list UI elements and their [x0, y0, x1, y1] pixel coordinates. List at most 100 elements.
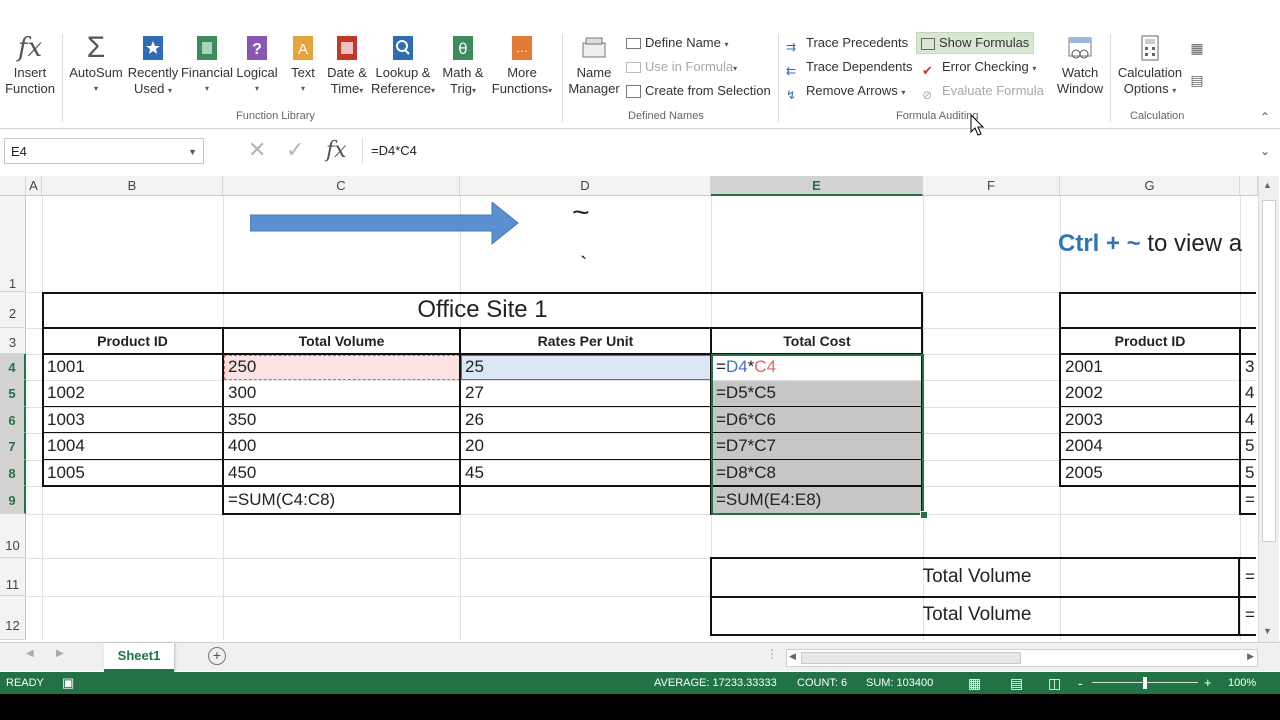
name-manager-button[interactable]: Name Manager	[566, 34, 622, 97]
math-trig-button[interactable]: θ Math & Trig▾	[438, 34, 488, 99]
collapse-ribbon-icon[interactable]: ⌃	[1260, 110, 1270, 124]
show-formulas-button[interactable]: Show Formulas	[916, 32, 1035, 54]
add-sheet-icon[interactable]: +	[208, 647, 226, 665]
trace-precedents-button[interactable]: ⇉ Trace Precedents	[786, 33, 908, 54]
cell-c7[interactable]: 400	[224, 433, 460, 459]
zoom-in-button[interactable]: +	[1204, 672, 1212, 694]
vertical-scrollbar[interactable]: ▲ ▼	[1258, 176, 1279, 642]
zoom-level[interactable]: 100%	[1228, 672, 1256, 694]
calculate-now-button[interactable]: ▦	[1186, 40, 1208, 57]
column-header-b[interactable]: B	[42, 176, 223, 196]
cell-b4[interactable]: 1001	[43, 354, 223, 380]
date-time-button[interactable]: Date & Time▾	[324, 34, 370, 99]
cell-c4[interactable]: 250	[224, 354, 460, 380]
row-header-9[interactable]: 9	[0, 486, 26, 514]
watch-window-button[interactable]: Watch Window	[1054, 34, 1106, 97]
column-header-d[interactable]: D	[460, 176, 711, 196]
cell-c6[interactable]: 350	[224, 407, 460, 433]
cell-g8[interactable]: 2005	[1061, 460, 1239, 486]
calculation-options-button[interactable]: Calculation Options ▾	[1114, 34, 1186, 99]
normal-view-icon[interactable]: ▦	[968, 672, 981, 694]
column-header-a[interactable]: A	[26, 176, 42, 196]
cell-d8[interactable]: 45	[461, 460, 711, 486]
trace-dependents-button[interactable]: ⇇ Trace Dependents	[786, 57, 912, 78]
cell-h11[interactable]: =	[1241, 564, 1256, 590]
cell-e5[interactable]: =D5*C5	[712, 380, 923, 406]
cell-b8[interactable]: 1005	[43, 460, 223, 486]
row-header-11[interactable]: 11	[0, 558, 26, 596]
chevron-down-icon[interactable]: ▼	[188, 139, 197, 165]
cell-h5[interactable]: 4	[1241, 380, 1256, 406]
logical-button[interactable]: ? Logical ▾	[234, 34, 280, 97]
macro-record-icon[interactable]: ▣	[62, 672, 74, 694]
horizontal-scroll-thumb[interactable]	[801, 652, 1021, 664]
more-functions-button[interactable]: … More Functions▾	[488, 34, 556, 99]
create-from-selection-button[interactable]: Create from Selection	[626, 81, 771, 101]
row-header-2[interactable]: 2	[0, 292, 26, 328]
zoom-out-button[interactable]: -	[1078, 672, 1083, 694]
cell-g6[interactable]: 2003	[1061, 407, 1239, 433]
cell-c5[interactable]: 300	[224, 380, 460, 406]
tab-sheet1[interactable]: Sheet1	[104, 643, 174, 672]
insert-function-icon[interactable]: fx	[326, 138, 347, 163]
column-header-e[interactable]: E	[711, 176, 923, 196]
row-header-7[interactable]: 7	[0, 433, 26, 460]
row-header-8[interactable]: 8	[0, 460, 26, 486]
cell-c8[interactable]: 450	[224, 460, 460, 486]
calculate-sheet-button[interactable]: ▤	[1186, 72, 1208, 89]
cell-g4[interactable]: 2001	[1061, 354, 1239, 380]
cell-h9[interactable]: =	[1241, 487, 1256, 513]
row-header-4[interactable]: 4	[0, 354, 26, 380]
page-layout-view-icon[interactable]: ▤	[1010, 672, 1023, 694]
row-header-5[interactable]: 5	[0, 380, 26, 407]
use-in-formula-button[interactable]: Use in Formula▾	[626, 57, 737, 77]
row-header-12[interactable]: 12	[0, 596, 26, 640]
horizontal-scrollbar[interactable]: ◀ ▶	[786, 649, 1258, 667]
row-header-1[interactable]: 1	[0, 196, 26, 292]
formula-input[interactable]: =D4*C4	[362, 138, 1280, 164]
remove-arrows-button[interactable]: ↯ Remove Arrows ▾	[786, 81, 905, 102]
financial-button[interactable]: Financial ▾	[180, 34, 234, 97]
cell-h6[interactable]: 4	[1241, 407, 1256, 433]
cell-h4[interactable]: 3	[1241, 354, 1256, 380]
cell-e8[interactable]: =D8*C8	[712, 460, 923, 486]
cell-g7[interactable]: 2004	[1061, 433, 1239, 459]
tab-scroll-left-icon[interactable]: ◀	[26, 648, 34, 659]
autosum-button[interactable]: Σ AutoSum ▾	[68, 33, 124, 97]
cell-g5[interactable]: 2002	[1061, 380, 1239, 406]
cancel-icon[interactable]: ✕	[248, 137, 266, 163]
scroll-right-icon[interactable]: ▶	[1247, 651, 1254, 662]
column-header-h[interactable]	[1240, 176, 1258, 196]
expand-formula-bar-icon[interactable]: ⌄	[1260, 138, 1270, 164]
cell-h12[interactable]: =	[1241, 602, 1256, 628]
zoom-slider-thumb[interactable]	[1143, 677, 1147, 689]
cell-h7[interactable]: 5	[1241, 433, 1256, 459]
row-header-6[interactable]: 6	[0, 407, 26, 433]
cell-d6[interactable]: 26	[461, 407, 711, 433]
error-checking-button[interactable]: ✔ Error Checking ▾	[922, 57, 1036, 78]
select-all-corner[interactable]	[0, 176, 26, 196]
lookup-reference-button[interactable]: Lookup & Reference▾	[370, 34, 436, 99]
column-header-g[interactable]: G	[1060, 176, 1240, 196]
name-box[interactable]: E4 ▼	[4, 138, 204, 164]
cell-d5[interactable]: 27	[461, 380, 711, 406]
text-button[interactable]: A Text ▾	[284, 34, 322, 97]
column-header-c[interactable]: C	[223, 176, 460, 196]
scroll-down-icon[interactable]: ▼	[1263, 626, 1272, 636]
cell-b7[interactable]: 1004	[43, 433, 223, 459]
cell-c9[interactable]: =SUM(C4:C8)	[224, 487, 460, 513]
recently-used-button[interactable]: Recently Used ▾	[126, 34, 180, 99]
cell-d4[interactable]: 25	[461, 354, 711, 380]
scroll-up-icon[interactable]: ▲	[1263, 180, 1272, 190]
cell-e9[interactable]: =SUM(E4:E8)	[712, 487, 923, 513]
cell-d7[interactable]: 20	[461, 433, 711, 459]
cell-e4[interactable]: =D4*C4	[712, 354, 923, 380]
cell-e7[interactable]: =D7*C7	[712, 433, 923, 459]
cell-total-volume-12[interactable]: Total Volume	[712, 602, 1238, 628]
vertical-scroll-thumb[interactable]	[1262, 200, 1276, 542]
row-header-10[interactable]: 10	[0, 514, 26, 558]
cell-e6[interactable]: =D6*C6	[712, 407, 923, 433]
define-name-button[interactable]: Define Name ▾	[626, 33, 729, 53]
worksheet-grid[interactable]: ~ ` Ctrl + ~ to view a Office Site 1 Pro…	[26, 196, 1256, 640]
scroll-left-icon[interactable]: ◀	[789, 651, 796, 662]
